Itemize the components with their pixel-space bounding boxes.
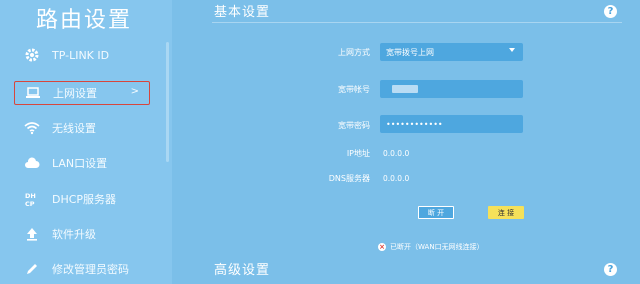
- password-input[interactable]: ••••••••••••: [380, 115, 523, 133]
- app-title: 路由设置: [36, 8, 133, 33]
- sidebar-item-label: 软件升级: [52, 228, 96, 241]
- connect-button[interactable]: 连 接: [488, 206, 524, 219]
- redacted-account: [392, 85, 418, 93]
- sidebar: 路由设置 TP-LINK ID 上网设置 > 无线设置 LAN口设置 DH CP …: [0, 0, 172, 284]
- help-icon[interactable]: ?: [604, 5, 617, 18]
- sidebar-item-internet-settings[interactable]: 上网设置 >: [14, 81, 150, 105]
- sidebar-item-label: TP-LINK ID: [52, 48, 110, 62]
- account-input[interactable]: [380, 80, 523, 98]
- upload-icon: [22, 224, 42, 244]
- connection-status: × 已断开（WAN口无网线连接）: [378, 242, 484, 252]
- dhcp-icon: DH CP: [22, 189, 42, 209]
- sidebar-item-tplink-id[interactable]: TP-LINK ID: [14, 43, 150, 67]
- chevron-right-icon: >: [130, 86, 139, 97]
- gear-icon: [22, 45, 42, 65]
- sidebar-item-label: 修改管理员密码: [52, 263, 129, 276]
- sidebar-item-label: DHCP服务器: [52, 193, 117, 206]
- sidebar-item-label: 上网设置: [53, 87, 97, 100]
- advanced-settings-title[interactable]: 高级设置: [214, 259, 270, 278]
- account-label: 宽带帐号: [338, 85, 370, 94]
- pencil-icon: [22, 259, 42, 279]
- wan-mode-label: 上网方式: [338, 48, 370, 57]
- divider: [212, 22, 622, 23]
- chevron-down-icon: [509, 48, 515, 52]
- password-value: ••••••••••••: [386, 119, 443, 129]
- cloud-icon: [22, 153, 42, 173]
- help-icon[interactable]: ?: [604, 263, 617, 276]
- wan-mode-value: 宽带拨号上网: [386, 47, 434, 57]
- sidebar-item-label: LAN口设置: [52, 157, 108, 170]
- password-label: 宽带密码: [338, 121, 370, 130]
- sidebar-item-admin-password[interactable]: 修改管理员密码: [14, 257, 150, 281]
- svg-text:DH: DH: [25, 192, 36, 200]
- ip-label: IP地址: [346, 149, 370, 158]
- sidebar-item-lan[interactable]: LAN口设置: [14, 151, 150, 175]
- error-icon: ×: [378, 243, 386, 251]
- basic-settings-title: 基本设置: [214, 5, 271, 20]
- wan-mode-select[interactable]: 宽带拨号上网: [380, 43, 523, 61]
- sidebar-item-firmware[interactable]: 软件升级: [14, 222, 150, 246]
- ip-value: 0.0.0.0: [383, 149, 410, 158]
- sidebar-scrollbar[interactable]: [166, 42, 169, 162]
- sidebar-item-dhcp[interactable]: DH CP DHCP服务器: [14, 187, 150, 211]
- dns-value: 0.0.0.0: [383, 174, 410, 183]
- svg-text:CP: CP: [25, 200, 35, 207]
- dns-label: DNS服务器: [328, 174, 370, 183]
- wifi-icon: [22, 118, 42, 138]
- sidebar-item-wireless[interactable]: 无线设置: [14, 116, 150, 140]
- laptop-icon: [23, 83, 43, 103]
- sidebar-item-label: 无线设置: [52, 122, 96, 135]
- status-text: 已断开（WAN口无网线连接）: [390, 243, 484, 251]
- disconnect-button[interactable]: 断 开: [418, 206, 454, 219]
